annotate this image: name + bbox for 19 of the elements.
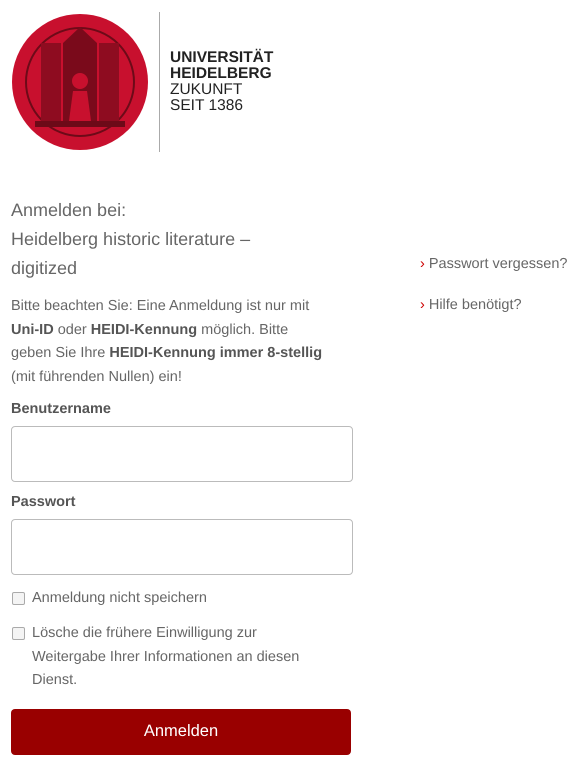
heading-text: Heidelberg historic literature – (11, 228, 252, 251)
logo-text: ZUKUNFT (170, 82, 244, 98)
checkbox-label: Lösche die frühere Einwilligung zur Weitergabe Ihrer Informationen an diesen Dienst. (32, 624, 300, 690)
notice-text: Bitte beachten Sie: Eine Anmeldung ist nur mit Uni-ID oder HEIDI-Kennung möglich. Bitte geben Sie Ihre HEIDI-Kennung immer 8-stellig (mit führenden Nullen) ein! (11, 297, 323, 386)
field-label: Benutzername (11, 400, 112, 419)
field-label: Passwort (11, 492, 76, 512)
help-link[interactable]: › Passwort vergessen? (420, 254, 568, 276)
heading-text: Anmelden bei: (11, 199, 128, 222)
help-link[interactable]: › Hilfe benötigt? (420, 294, 568, 316)
checkbox[interactable] (12, 627, 25, 640)
heading-text: digitized (11, 257, 78, 280)
checkbox[interactable] (12, 592, 25, 604)
login-button[interactable]: Anmelden (11, 708, 351, 754)
input-field[interactable] (11, 426, 353, 482)
input-field[interactable] (11, 518, 353, 574)
logo-text: UNIVERSITÄT (170, 50, 274, 66)
logo-text: SEIT 1386 (170, 98, 244, 114)
logo-text: HEIDELBERG (170, 66, 273, 82)
checkbox-label: Anmeldung nicht speichern (32, 588, 207, 608)
